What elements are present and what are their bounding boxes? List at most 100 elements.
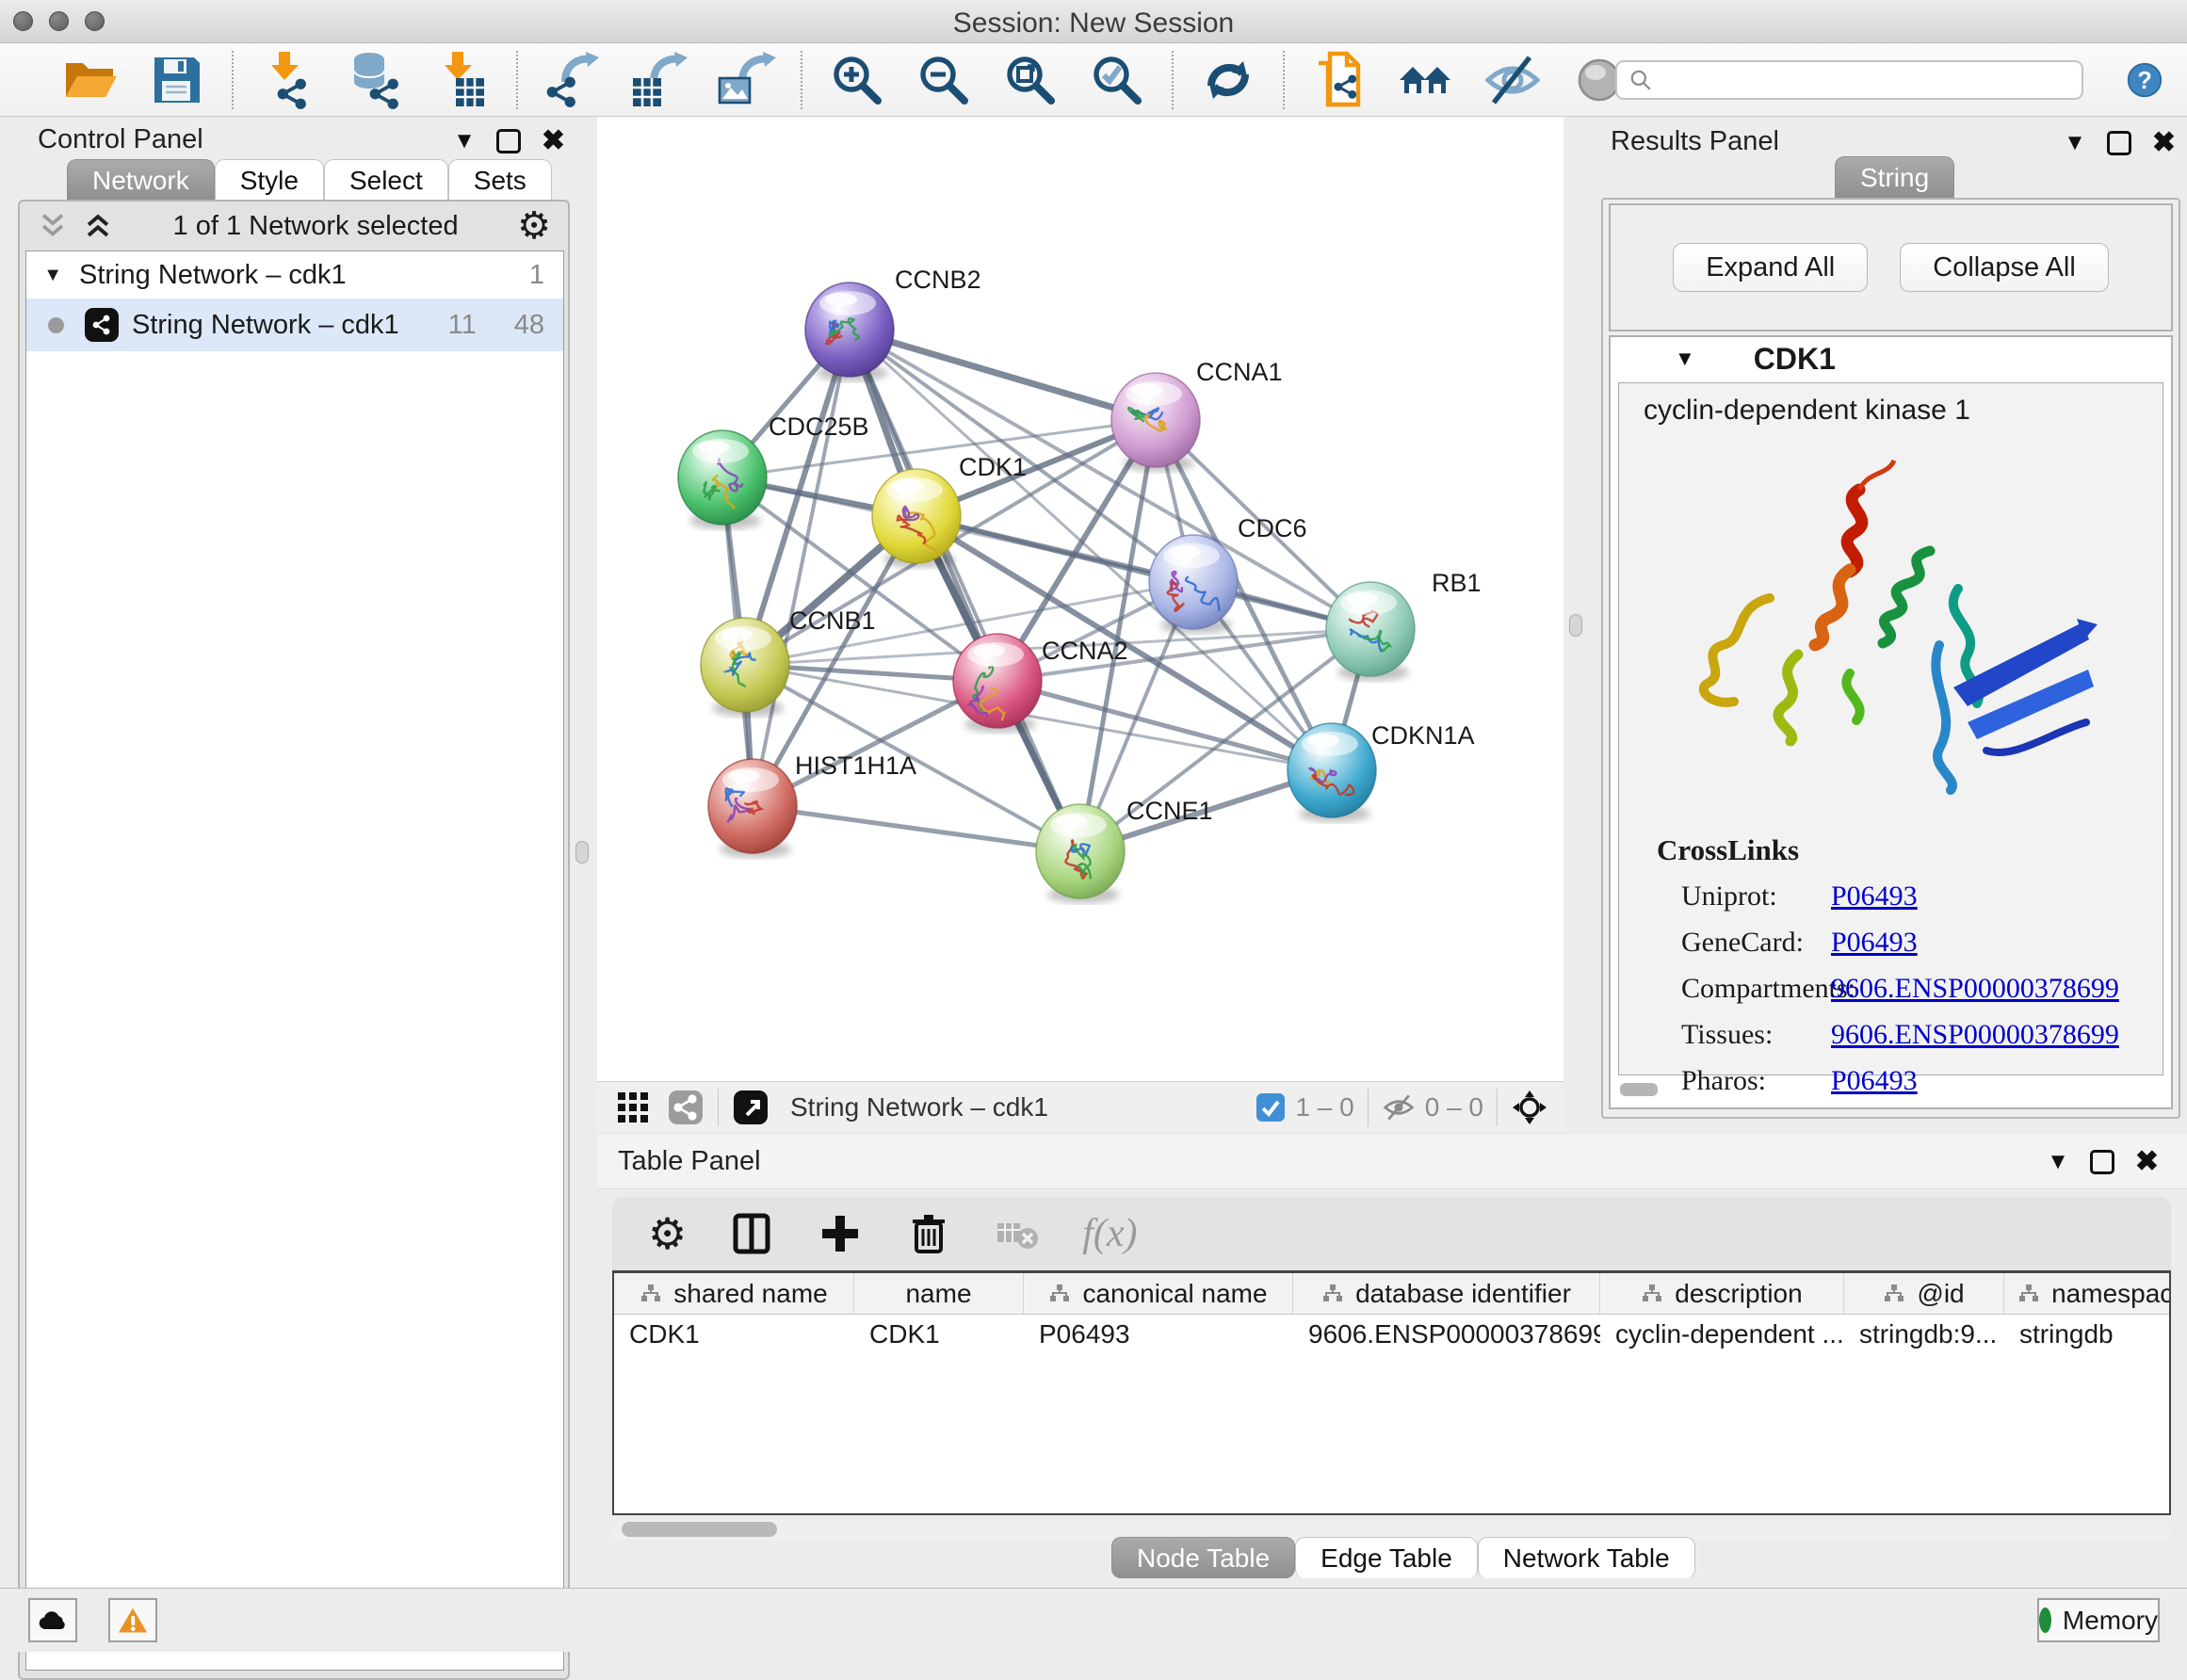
- memory-button[interactable]: Memory: [2037, 1598, 2160, 1642]
- collapse-all-button[interactable]: Collapse All: [1900, 243, 2109, 292]
- zoom-fit-button[interactable]: [1000, 50, 1061, 110]
- save-button[interactable]: [147, 50, 207, 110]
- column-header-database-identifier[interactable]: database identifier: [1293, 1273, 1600, 1314]
- table-cell[interactable]: 9606.ENSP00000378699: [1293, 1315, 1600, 1354]
- node-ccna1[interactable]: [1111, 373, 1200, 472]
- crosslink-link[interactable]: P06493: [1831, 927, 1918, 959]
- column-header-canonical-name[interactable]: canonical name: [1024, 1273, 1293, 1314]
- home-network-button[interactable]: [1396, 50, 1456, 110]
- tab-select[interactable]: Select: [324, 159, 448, 201]
- hidden-eye-icon[interactable]: [1382, 1090, 1416, 1124]
- node-cdc6[interactable]: [1149, 535, 1238, 634]
- collection-expand-icon[interactable]: ▼: [26, 265, 62, 286]
- tab-string[interactable]: String: [1835, 156, 1954, 198]
- zoom-out-button[interactable]: [914, 50, 974, 110]
- export-image-button[interactable]: [716, 50, 776, 110]
- zoom-in-button[interactable]: [827, 50, 887, 110]
- control-panel-close-icon[interactable]: ✖: [542, 124, 565, 157]
- crosslink-link[interactable]: P06493: [1831, 880, 1918, 913]
- node-cdc25b[interactable]: [678, 430, 767, 529]
- collapse-all-networks-icon[interactable]: [82, 210, 114, 242]
- node-ccna2[interactable]: [953, 634, 1042, 733]
- warning-button[interactable]: [108, 1598, 157, 1642]
- control-panel-collapse-icon[interactable]: ▼: [453, 128, 476, 154]
- share-document-button[interactable]: [1309, 50, 1369, 110]
- crosslink-link[interactable]: 9606.ENSP00000378699: [1831, 1019, 2119, 1051]
- table-cell[interactable]: CDK1: [854, 1315, 1024, 1354]
- view-grid-icon[interactable]: [614, 1089, 652, 1126]
- column-header-description[interactable]: description: [1600, 1273, 1844, 1314]
- view-network-icon[interactable]: [667, 1089, 705, 1126]
- import-database-button[interactable]: [345, 50, 405, 110]
- edge-ccnb2-hist1h1a[interactable]: [753, 330, 850, 806]
- expand-all-networks-icon[interactable]: [37, 210, 69, 242]
- export-table-button[interactable]: [629, 50, 689, 110]
- node-hist1h1a[interactable]: [708, 759, 797, 858]
- network-canvas[interactable]: CCNB2CCNA1CDC25BCDK1CDC6RB1CCNB1CCNA2CDK…: [597, 117, 1563, 1081]
- control-panel-float-icon[interactable]: [496, 129, 521, 153]
- detach-view-icon[interactable]: [732, 1089, 770, 1126]
- delete-column-icon[interactable]: [905, 1210, 952, 1257]
- results-hscrollbar[interactable]: [1620, 1083, 1658, 1096]
- table-hscrollbar-thumb[interactable]: [622, 1522, 777, 1537]
- right-splitter-handle[interactable]: [1569, 614, 1582, 637]
- expand-all-button[interactable]: Expand All: [1673, 243, 1868, 292]
- cloud-button[interactable]: [28, 1598, 77, 1642]
- refresh-button[interactable]: [1198, 50, 1258, 110]
- network-row[interactable]: String Network – cdk1 11 48: [26, 299, 563, 351]
- hide-view-button[interactable]: [1482, 50, 1543, 110]
- crosslink-row: Compartments:9606.ENSP00000378699: [1657, 973, 2119, 1005]
- tab-node-table[interactable]: Node Table: [1111, 1537, 1295, 1578]
- delete-table-icon[interactable]: [994, 1210, 1041, 1257]
- tab-network[interactable]: Network: [67, 159, 215, 201]
- table-cell[interactable]: cyclin-dependent ...: [1600, 1315, 1844, 1354]
- node-table[interactable]: shared namenamecanonical namedatabase id…: [612, 1270, 2171, 1515]
- node-cdkn1a[interactable]: [1288, 723, 1376, 822]
- tab-edge-table[interactable]: Edge Table: [1295, 1537, 1478, 1578]
- table-toolbar: ⚙ f(x): [612, 1197, 2171, 1270]
- tab-sets[interactable]: Sets: [448, 159, 552, 201]
- zoom-selected-button[interactable]: [1087, 50, 1147, 110]
- export-network-button[interactable]: [543, 50, 603, 110]
- show-columns-icon[interactable]: [728, 1210, 775, 1257]
- import-table-button[interactable]: [431, 50, 492, 110]
- import-network-button[interactable]: [258, 50, 318, 110]
- tab-style[interactable]: Style: [215, 159, 324, 201]
- table-panel-collapse-icon[interactable]: ▼: [2047, 1149, 2069, 1175]
- column-header-namespace[interactable]: namespace: [2004, 1273, 2171, 1314]
- function-builder-icon[interactable]: f(x): [1082, 1211, 1137, 1256]
- birdseye-toggle-icon[interactable]: [1511, 1089, 1548, 1126]
- table-cell[interactable]: stringdb:9...: [1844, 1315, 2004, 1354]
- table-cell[interactable]: P06493: [1024, 1315, 1293, 1354]
- help-button[interactable]: ?: [2122, 57, 2167, 103]
- table-cell[interactable]: CDK1: [614, 1315, 854, 1354]
- column-header-name[interactable]: name: [854, 1273, 1024, 1314]
- table-cell[interactable]: stringdb: [2004, 1315, 2171, 1354]
- tab-network-table[interactable]: Network Table: [1478, 1537, 1695, 1578]
- edge-ccnb2-ccna1[interactable]: [850, 330, 1156, 420]
- results-panel-collapse-icon[interactable]: ▼: [2064, 130, 2086, 156]
- node-ccne1[interactable]: [1036, 804, 1125, 903]
- selected-checkbox-icon[interactable]: [1256, 1092, 1286, 1123]
- node-ccnb1[interactable]: [701, 618, 789, 717]
- network-options-gear-icon[interactable]: ⚙: [517, 204, 551, 248]
- open-folder-button[interactable]: [60, 50, 121, 110]
- add-column-icon[interactable]: [817, 1210, 864, 1257]
- table-panel-float-icon[interactable]: [2090, 1150, 2114, 1174]
- crosslink-link[interactable]: 9606.ENSP00000378699: [1831, 973, 2119, 1005]
- node-rb1[interactable]: [1326, 582, 1415, 681]
- table-panel-close-icon[interactable]: ✖: [2135, 1145, 2159, 1178]
- results-panel-close-icon[interactable]: ✖: [2152, 126, 2176, 159]
- left-splitter-handle[interactable]: [575, 841, 589, 864]
- column-header-shared-name[interactable]: shared name: [614, 1273, 854, 1314]
- table-settings-gear-icon[interactable]: ⚙: [648, 1208, 687, 1259]
- column-header--id[interactable]: @id: [1844, 1273, 2004, 1314]
- gene-entry-header[interactable]: ▼ CDK1: [1611, 337, 2171, 380]
- gene-collapse-icon[interactable]: ▼: [1675, 347, 1695, 371]
- table-row[interactable]: CDK1CDK1P064939606.ENSP00000378699cyclin…: [614, 1315, 2169, 1354]
- crosslink-link[interactable]: P06493: [1831, 1065, 1918, 1097]
- results-panel-float-icon[interactable]: [2107, 131, 2131, 155]
- network-collection-row[interactable]: ▼ String Network – cdk1 1: [26, 251, 563, 299]
- edge-hist1h1a-ccne1[interactable]: [753, 806, 1080, 851]
- search-input[interactable]: [1615, 60, 2083, 100]
